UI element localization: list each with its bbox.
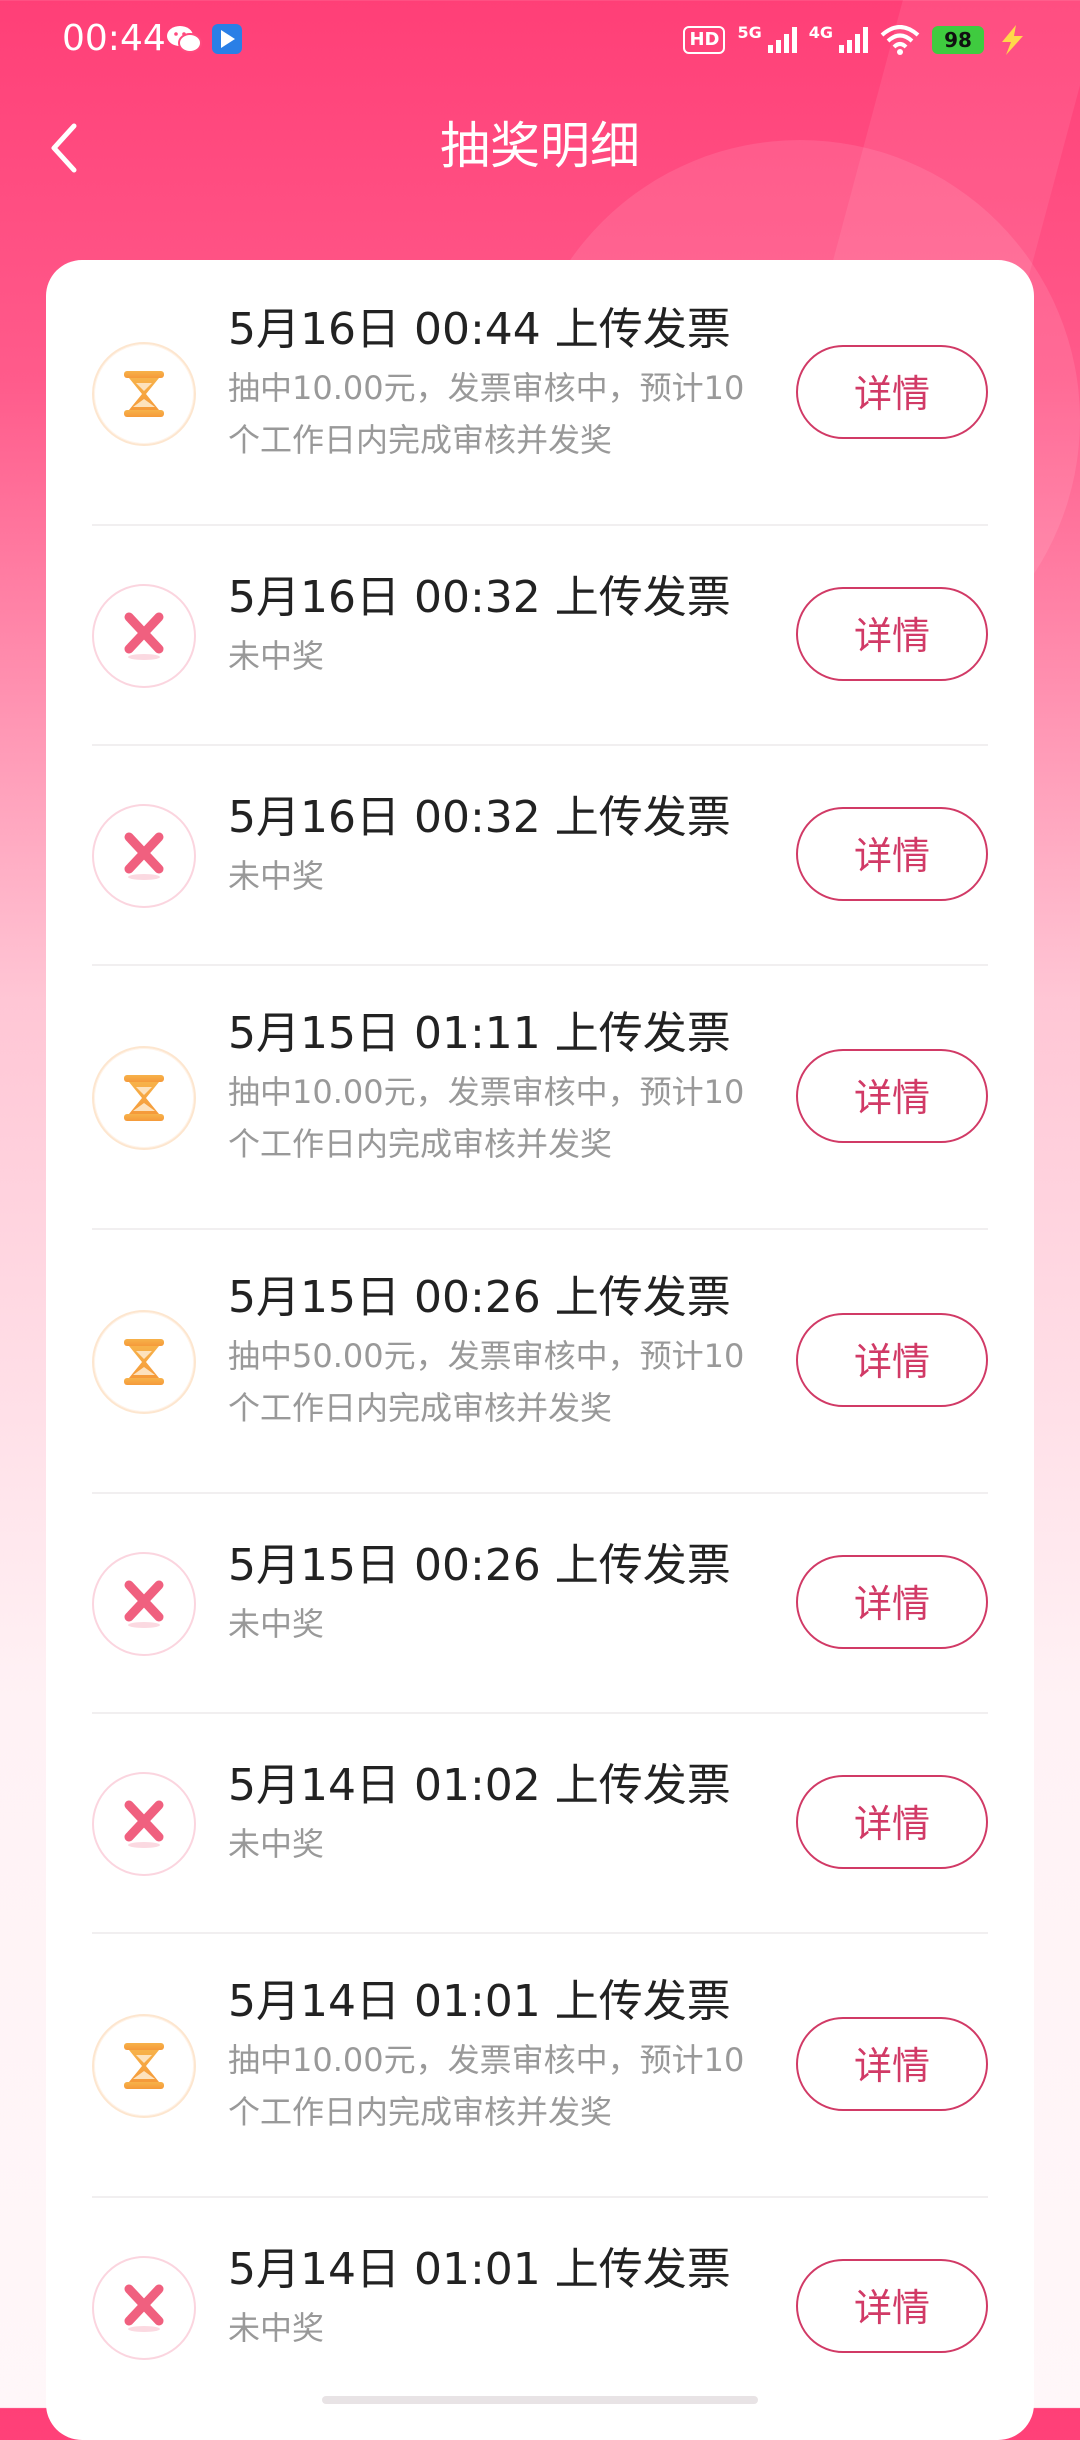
- detail-button[interactable]: 详情: [796, 807, 988, 901]
- hourglass-icon: [92, 342, 196, 446]
- battery-level: 98: [932, 26, 984, 54]
- record-title: 5月14日 01:01 上传发票: [228, 1976, 731, 2027]
- charging-bolt-icon: [1002, 25, 1023, 55]
- cross-icon: [92, 804, 196, 908]
- list-item: 5月16日 00:32 上传发票未中奖 详情: [92, 524, 988, 746]
- record-status: 抽中10.00元，发票审核中，预计10个工作日内完成审核并发奖: [228, 2041, 745, 2131]
- detail-button[interactable]: 详情: [796, 1313, 988, 1407]
- hd-voice-icon: HD: [683, 26, 726, 54]
- lottery-record-list: 5月16日 00:44 上传发票抽中10.00元，发票审核中，预计10个工作日内…: [46, 260, 1034, 2440]
- status-time: 00:44: [62, 18, 166, 59]
- detail-button[interactable]: 详情: [796, 2017, 988, 2111]
- list-item: 5月16日 00:32 上传发票未中奖 详情: [92, 744, 988, 966]
- record-status: 抽中10.00元，发票审核中，预计10个工作日内完成审核并发奖: [228, 1073, 745, 1163]
- page-title: 抽奖明细: [440, 117, 640, 175]
- record-title: 5月14日 01:01 上传发票: [228, 2244, 731, 2295]
- record-title: 5月15日 01:11 上传发票: [228, 1008, 731, 1059]
- record-title: 5月15日 00:26 上传发票: [228, 1272, 731, 1323]
- list-item: 5月15日 00:26 上传发票未中奖 详情: [92, 1492, 988, 1714]
- record-status: 未中奖: [228, 857, 325, 895]
- record-title: 5月16日 00:32 上传发票: [228, 792, 731, 843]
- list-item: 5月14日 01:02 上传发票未中奖 详情: [92, 1712, 988, 1934]
- record-status: 抽中10.00元，发票审核中，预计10个工作日内完成审核并发奖: [228, 369, 745, 459]
- list-item: 5月14日 01:01 上传发票未中奖 详情: [92, 2196, 988, 2416]
- record-status: 未中奖: [228, 1605, 325, 1643]
- signal-4g-icon: [839, 27, 868, 53]
- list-item: 5月14日 01:01 上传发票抽中10.00元，发票审核中，预计10个工作日内…: [92, 1932, 988, 2198]
- record-status: 未中奖: [228, 1825, 325, 1863]
- record-status: 抽中50.00元，发票审核中，预计10个工作日内完成审核并发奖: [228, 1337, 745, 1427]
- record-status: 未中奖: [228, 2309, 325, 2347]
- list-item: 5月15日 00:26 上传发票抽中50.00元，发票审核中，预计10个工作日内…: [92, 1228, 988, 1494]
- status-indicators: HD 5G 4G 98: [683, 20, 1028, 60]
- record-title: 5月15日 00:26 上传发票: [228, 1540, 731, 1591]
- home-indicator[interactable]: [322, 2396, 758, 2404]
- wechat-icon: [167, 26, 202, 53]
- record-title: 5月14日 01:02 上传发票: [228, 1760, 731, 1811]
- cross-icon: [92, 1772, 196, 1876]
- detail-button[interactable]: 详情: [796, 587, 988, 681]
- detail-button[interactable]: 详情: [796, 2259, 988, 2353]
- network-4g-label: 4G: [808, 22, 833, 42]
- record-status: 未中奖: [228, 637, 325, 675]
- detail-button[interactable]: 详情: [796, 1049, 988, 1143]
- detail-button[interactable]: 详情: [796, 1775, 988, 1869]
- network-5g-label: 5G: [737, 22, 762, 42]
- status-bar: 00:44 HD 5G 4G 98: [0, 0, 1080, 84]
- cross-icon: [92, 2256, 196, 2360]
- wifi-icon: [880, 25, 920, 55]
- detail-button[interactable]: 详情: [796, 1555, 988, 1649]
- list-item: 5月16日 00:44 上传发票抽中10.00元，发票审核中，预计10个工作日内…: [92, 260, 988, 526]
- detail-button[interactable]: 详情: [796, 345, 988, 439]
- app-notification-icon: [212, 24, 242, 54]
- hourglass-icon: [92, 2014, 196, 2118]
- list-item: 5月15日 01:11 上传发票抽中10.00元，发票审核中，预计10个工作日内…: [92, 964, 988, 1230]
- hourglass-icon: [92, 1046, 196, 1150]
- record-title: 5月16日 00:32 上传发票: [228, 572, 731, 623]
- record-title: 5月16日 00:44 上传发票: [228, 304, 731, 355]
- cross-icon: [92, 1552, 196, 1656]
- signal-5g-icon: [767, 27, 797, 53]
- cross-icon: [92, 584, 196, 688]
- hourglass-icon: [92, 1310, 196, 1414]
